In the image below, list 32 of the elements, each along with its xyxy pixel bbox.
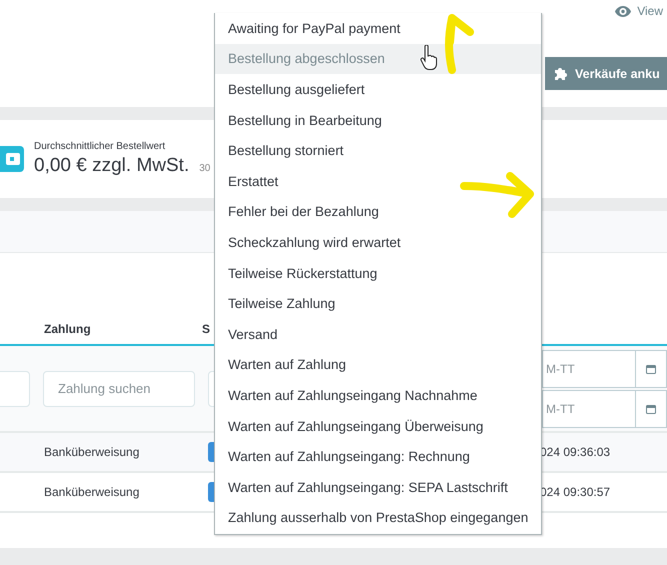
dropdown-item[interactable]: Scheckzahlung wird erwartet	[215, 227, 541, 258]
dropdown-item[interactable]: Bestellung storniert	[215, 135, 541, 166]
dropdown-item[interactable]: Bestellung in Bearbeitung	[215, 104, 541, 136]
column-header[interactable]: S	[202, 322, 212, 344]
kpi-note: 30	[199, 163, 210, 174]
filter-input[interactable]	[0, 370, 30, 406]
payment-cell-text: Banküberweisung	[44, 445, 140, 459]
kpi-label: Durchschnittlicher Bestellwert	[34, 141, 166, 152]
puzzle-icon	[553, 66, 569, 82]
eye-icon	[615, 6, 632, 16]
calendar-icon	[646, 364, 656, 374]
dropdown-item[interactable]: Erstattet	[215, 166, 541, 197]
calendar-icon	[646, 404, 656, 414]
column-header[interactable]: Zahlung	[44, 322, 202, 344]
dropdown-item[interactable]: Versand	[215, 318, 541, 350]
dropdown-item[interactable]: Warten auf Zahlungseingang Nachnahme	[215, 380, 541, 411]
kpi-value: 0,00 € zzgl. MwSt.	[34, 155, 190, 177]
dropdown-item[interactable]: Warten auf Zahlungseingang: SEPA Lastschrift	[215, 472, 541, 502]
payment-cell-text: Banküberweisung	[44, 485, 140, 499]
dropdown-item[interactable]: Warten auf Zahlung	[215, 350, 541, 380]
dropdown-item[interactable]: Bestellung ausgeliefert	[215, 74, 541, 105]
dropdown-item[interactable]: Teilweise Rückerstattung	[215, 258, 541, 288]
pointer-hand-icon	[420, 45, 438, 71]
payment-search-field[interactable]: Zahlung suchen	[43, 370, 195, 406]
sell-button[interactable]: Verkäufe anku	[545, 57, 667, 90]
dropdown-item[interactable]: Zahlung ausserhalb von PrestaShop eingegangen	[215, 502, 541, 534]
dropdown-item[interactable]: Fehler bei der Bezahlung	[215, 196, 541, 228]
dropdown-item[interactable]: Awaiting for PayPal payment	[215, 13, 541, 44]
dropdown-item[interactable]: Warten auf Zahlungseingang: Rechnung	[215, 441, 541, 472]
dropdown-item[interactable]: Teilweise Zahlung	[215, 288, 541, 319]
view-link[interactable]: View	[637, 4, 663, 18]
dropdown-item[interactable]: Warten auf Zahlungseingang Überweisung	[215, 410, 541, 442]
